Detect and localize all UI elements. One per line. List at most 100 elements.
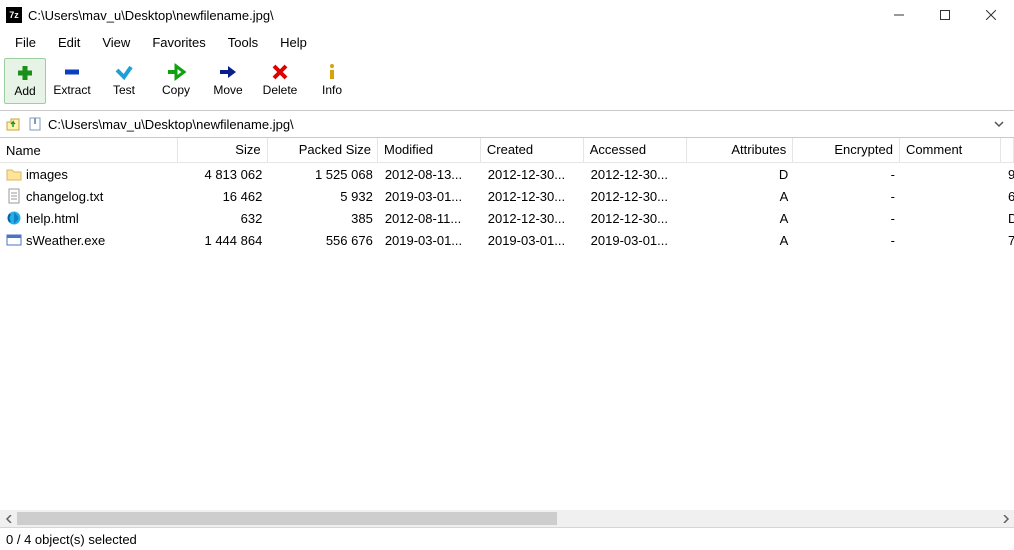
info-icon <box>322 63 342 81</box>
header-name[interactable]: Name <box>0 138 178 162</box>
file-attributes: A <box>688 231 795 250</box>
toolbar-delete-label: Delete <box>263 83 298 97</box>
header-encrypted[interactable]: Encrypted <box>793 138 900 162</box>
scrollbar-track[interactable] <box>17 510 997 527</box>
txt-icon <box>6 188 22 204</box>
toolbar-test-button[interactable]: Test <box>98 58 150 102</box>
header-created[interactable]: Created <box>481 138 584 162</box>
horizontal-scrollbar[interactable] <box>0 510 1014 527</box>
file-encrypted: - <box>794 231 901 250</box>
file-encrypted: - <box>794 187 901 206</box>
file-accessed: 2012-12-30... <box>585 209 688 228</box>
header-packed-size[interactable]: Packed Size <box>268 138 378 162</box>
file-attributes: A <box>688 187 795 206</box>
scrollbar-thumb[interactable] <box>17 512 557 525</box>
toolbar-delete-button[interactable]: Delete <box>254 58 306 102</box>
file-packed-size: 1 525 068 <box>268 165 378 184</box>
folder-icon <box>6 166 22 182</box>
header-comment[interactable]: Comment <box>900 138 1001 162</box>
archive-file-icon <box>28 117 42 131</box>
toolbar-add-label: Add <box>14 84 35 98</box>
file-size: 16 462 <box>179 187 269 206</box>
file-modified: 2012-08-11... <box>379 209 482 228</box>
file-extra: D38 <box>1002 209 1014 228</box>
toolbar-copy-button[interactable]: Copy <box>150 58 202 102</box>
file-modified: 2019-03-01... <box>379 187 482 206</box>
file-size: 632 <box>179 209 269 228</box>
table-row[interactable]: images 4 813 0621 525 0682012-08-13...201… <box>0 163 1014 185</box>
menu-favorites[interactable]: Favorites <box>143 33 214 52</box>
scroll-right-icon[interactable] <box>997 510 1014 527</box>
toolbar-move-button[interactable]: Move <box>202 58 254 102</box>
table-row[interactable]: changelog.txt 16 4625 9322019-03-01...201… <box>0 185 1014 207</box>
file-extra: 989 <box>1002 165 1014 184</box>
file-comment <box>901 194 1002 198</box>
toolbar-copy-label: Copy <box>162 83 190 97</box>
toolbar-move-label: Move <box>213 83 242 97</box>
menubar: File Edit View Favorites Tools Help <box>0 30 1014 54</box>
window-title: C:\Users\mav_u\Desktop\newfilename.jpg\ <box>28 8 274 23</box>
menu-tools[interactable]: Tools <box>219 33 267 52</box>
file-accessed: 2019-03-01... <box>585 231 688 250</box>
minus-icon <box>62 63 82 81</box>
exe-icon <box>6 232 22 248</box>
maximize-button[interactable] <box>922 0 968 30</box>
file-list: Name Size Packed Size Modified Created A… <box>0 138 1014 510</box>
header-accessed[interactable]: Accessed <box>584 138 687 162</box>
address-dropdown-icon[interactable] <box>994 117 1010 132</box>
column-header-row: Name Size Packed Size Modified Created A… <box>0 138 1014 163</box>
arrow-right-icon <box>218 63 238 81</box>
minimize-button[interactable] <box>876 0 922 30</box>
file-modified: 2012-08-13... <box>379 165 482 184</box>
file-name: help.html <box>26 211 79 226</box>
header-attributes[interactable]: Attributes <box>687 138 794 162</box>
file-comment <box>901 172 1002 176</box>
toolbar-extract-button[interactable]: Extract <box>46 58 98 102</box>
file-comment <box>901 238 1002 242</box>
header-size[interactable]: Size <box>178 138 268 162</box>
file-created: 2012-12-30... <box>482 165 585 184</box>
html-icon <box>6 210 22 226</box>
statusbar: 0 / 4 object(s) selected <box>0 527 1014 550</box>
file-created: 2012-12-30... <box>482 209 585 228</box>
toolbar-test-label: Test <box>113 83 135 97</box>
file-attributes: D <box>688 165 795 184</box>
table-row[interactable]: help.html6323852012-08-11...2012-12-30..… <box>0 207 1014 229</box>
app-window: 7z C:\Users\mav_u\Desktop\newfilename.jp… <box>0 0 1014 550</box>
file-extra: 663 <box>1002 187 1014 206</box>
close-button[interactable] <box>968 0 1014 30</box>
check-icon <box>114 63 134 81</box>
status-text: 0 / 4 object(s) selected <box>6 532 137 547</box>
menu-file[interactable]: File <box>6 33 45 52</box>
toolbar-info-button[interactable]: Info <box>306 58 358 102</box>
caption-buttons <box>876 0 1014 30</box>
file-size: 1 444 864 <box>179 231 269 250</box>
app-icon: 7z <box>6 7 22 23</box>
file-encrypted: - <box>794 165 901 184</box>
file-created: 2019-03-01... <box>482 231 585 250</box>
file-extra: 72F <box>1002 231 1014 250</box>
file-packed-size: 556 676 <box>268 231 378 250</box>
header-extra[interactable] <box>1001 138 1014 162</box>
toolbar: Add Extract Test Copy Move Delete Info <box>0 54 1014 110</box>
menu-edit[interactable]: Edit <box>49 33 89 52</box>
file-size: 4 813 062 <box>179 165 269 184</box>
table-row[interactable]: sWeather.exe1 444 864556 6762019-03-01..… <box>0 229 1014 251</box>
plus-icon <box>15 64 35 82</box>
file-name: changelog.txt <box>26 189 103 204</box>
toolbar-add-button[interactable]: Add <box>4 58 46 104</box>
file-encrypted: - <box>794 209 901 228</box>
header-modified[interactable]: Modified <box>378 138 481 162</box>
address-bar: C:\Users\mav_u\Desktop\newfilename.jpg\ <box>0 110 1014 138</box>
file-attributes: A <box>688 209 795 228</box>
menu-help[interactable]: Help <box>271 33 316 52</box>
file-created: 2012-12-30... <box>482 187 585 206</box>
menu-view[interactable]: View <box>93 33 139 52</box>
file-packed-size: 5 932 <box>268 187 378 206</box>
scroll-left-icon[interactable] <box>0 510 17 527</box>
up-folder-icon[interactable] <box>4 115 22 133</box>
address-path[interactable]: C:\Users\mav_u\Desktop\newfilename.jpg\ <box>48 117 988 132</box>
toolbar-info-label: Info <box>322 83 342 97</box>
file-name: images <box>26 167 68 182</box>
file-comment <box>901 216 1002 220</box>
